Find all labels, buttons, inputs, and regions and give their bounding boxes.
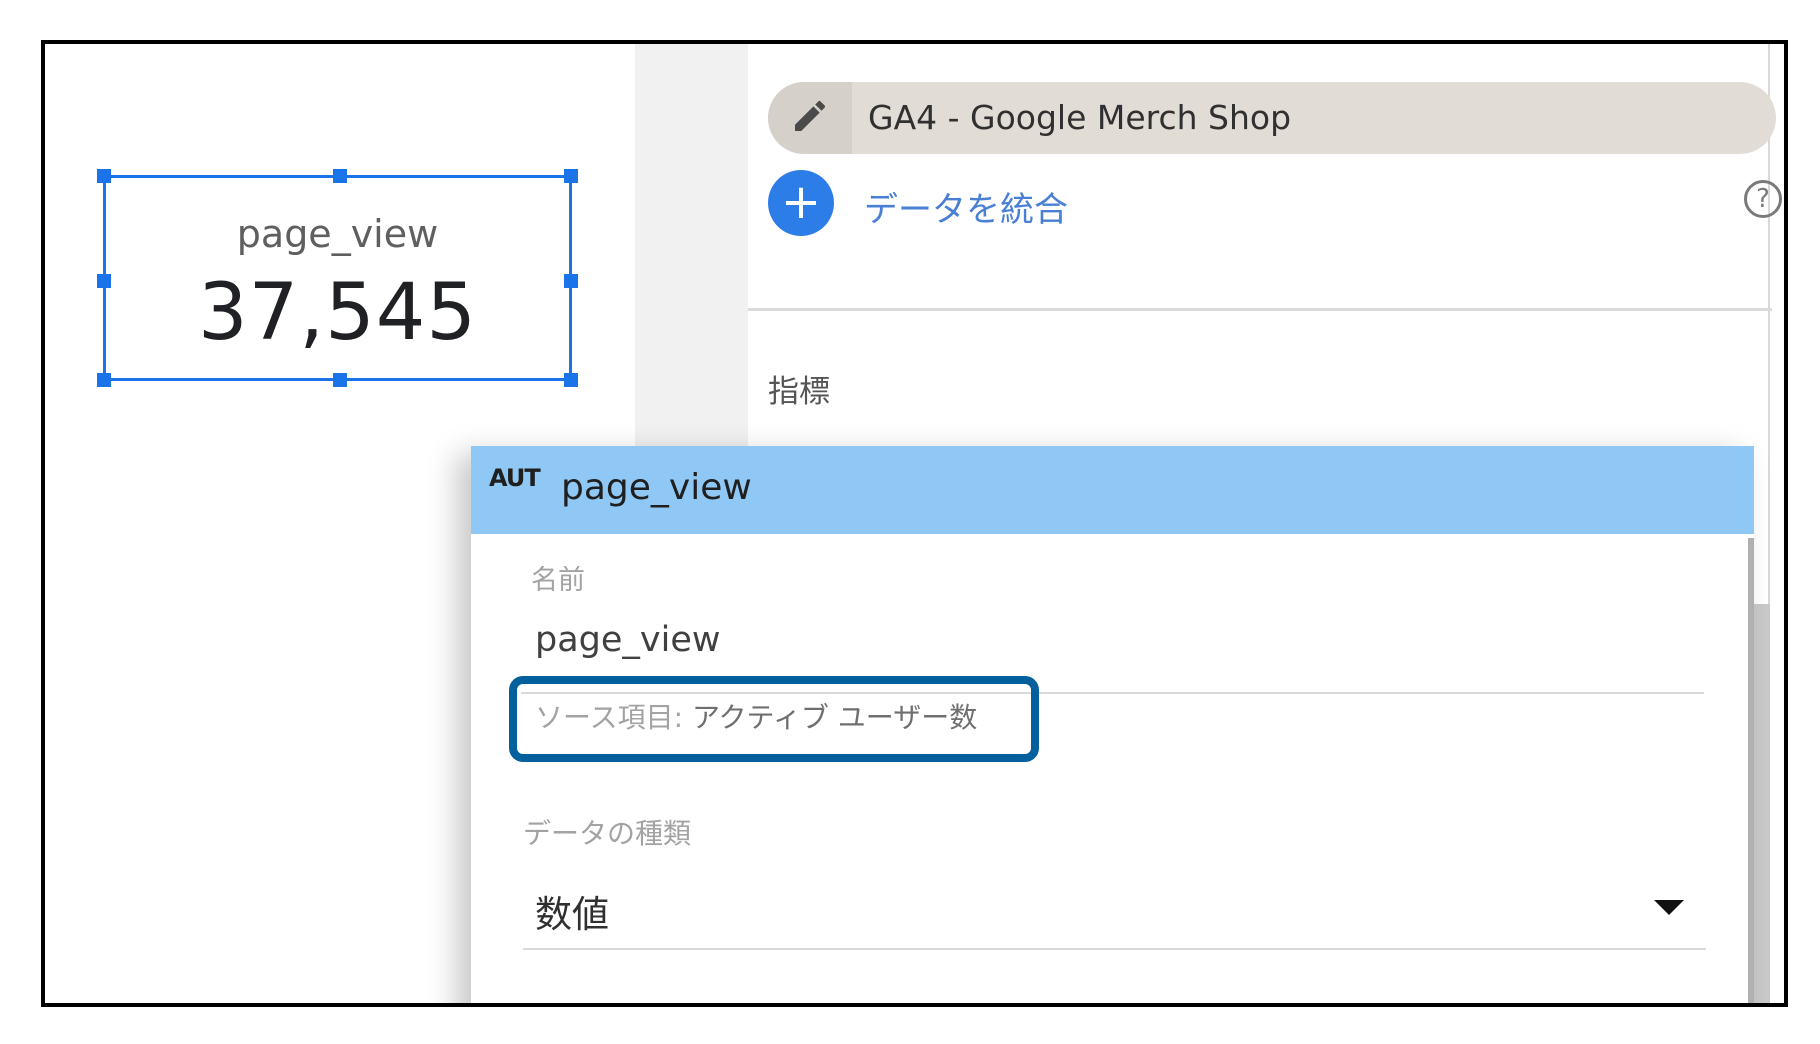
source-field-name: アクティブ ユーザー数	[691, 701, 978, 734]
scorecard-metric-value: 37,545	[198, 268, 477, 358]
scorecard-chart[interactable]: page_view 37,545	[97, 169, 578, 387]
resize-handle-top[interactable]	[333, 169, 347, 183]
name-field-label: 名前	[531, 565, 585, 596]
resize-handle-bottom-left[interactable]	[97, 373, 111, 387]
popup-scrollbar[interactable]	[1748, 538, 1754, 1003]
popup-field-title: page_view	[561, 467, 752, 508]
data-type-select[interactable]: 数値	[523, 858, 1706, 950]
resize-handle-top-left[interactable]	[97, 169, 111, 183]
data-type-value: 数値	[535, 893, 609, 936]
screenshot-frame: page_view 37,545 GA4 - Google Merch Shop…	[41, 40, 1788, 1007]
name-input[interactable]: page_view	[535, 620, 721, 660]
source-field-prefix: ソース項目:	[535, 701, 692, 734]
blend-data-row[interactable]: + データを統合 ?	[768, 170, 1784, 242]
resize-handle-bottom[interactable]	[333, 373, 347, 387]
field-edit-popup: AUT page_view 名前 page_view ソース項目: アクティブ …	[471, 446, 1754, 1003]
metrics-section-label: 指標	[768, 374, 830, 410]
blend-data-link[interactable]: データを統合	[864, 182, 1068, 231]
edit-data-source-button[interactable]	[768, 82, 852, 154]
data-source-name: GA4 - Google Merch Shop	[868, 98, 1292, 137]
pencil-icon	[790, 96, 830, 140]
section-divider	[748, 308, 1772, 311]
plus-icon[interactable]: +	[768, 170, 834, 236]
panel-scrollbar[interactable]	[1752, 604, 1770, 1003]
help-circle-icon[interactable]: ?	[1744, 180, 1782, 218]
data-source-chip[interactable]: GA4 - Google Merch Shop	[768, 82, 1776, 154]
resize-handle-bottom-right[interactable]	[564, 373, 578, 387]
source-field-info: ソース項目: アクティブ ユーザー数	[535, 696, 977, 736]
popup-header: AUT page_view	[471, 446, 1754, 534]
scorecard-metric-label: page_view	[236, 212, 439, 256]
caret-down-icon[interactable]	[1654, 900, 1684, 915]
field-type-badge: AUT	[489, 464, 541, 492]
resize-handle-top-right[interactable]	[564, 169, 578, 183]
data-type-label: データの種類	[523, 817, 692, 850]
